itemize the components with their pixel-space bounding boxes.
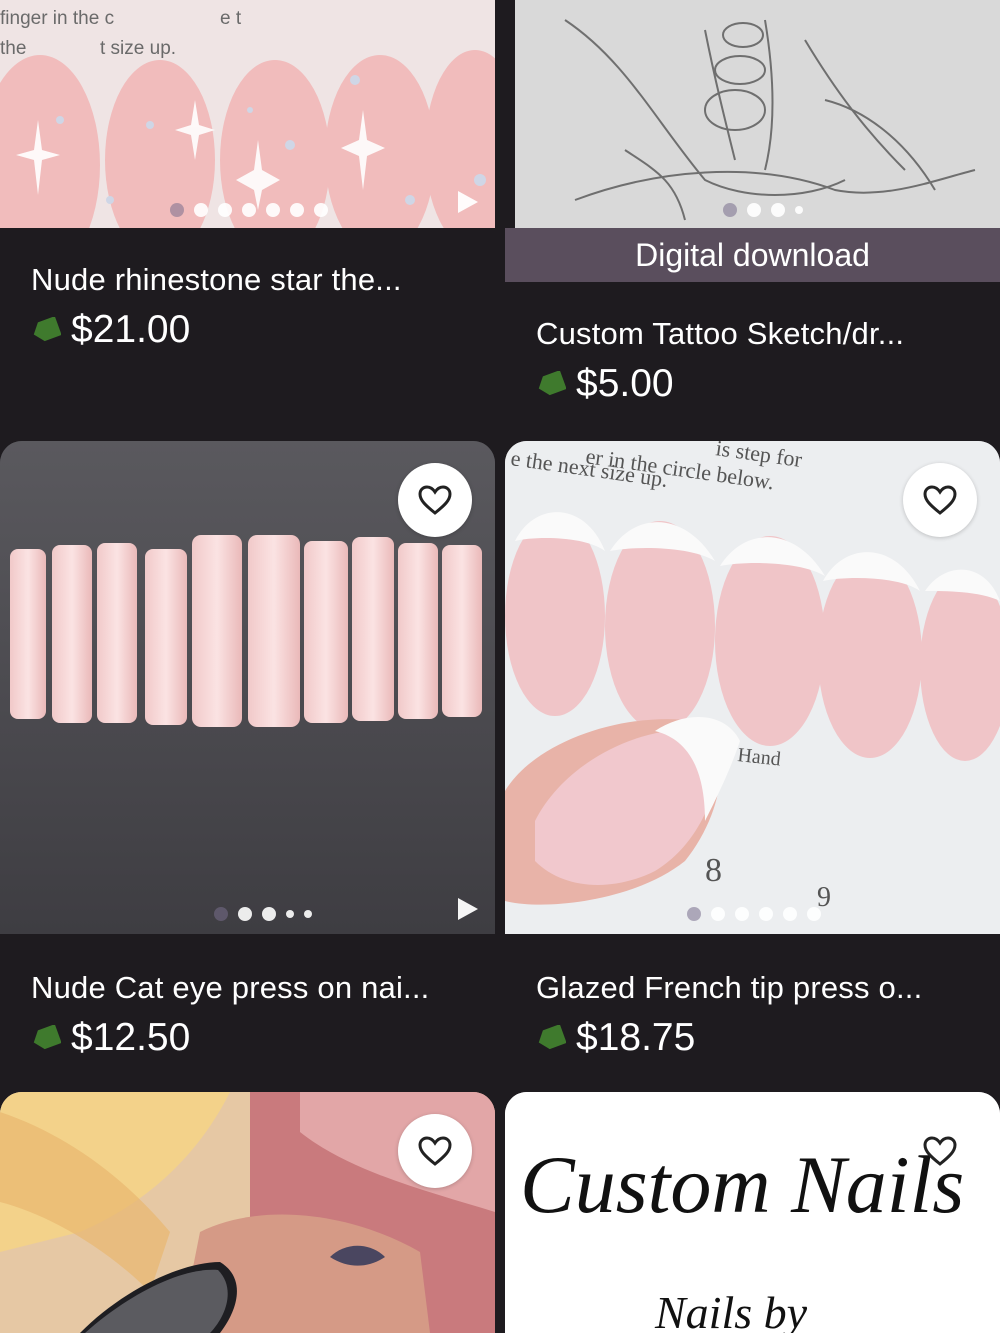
carousel-dot[interactable] xyxy=(314,203,328,217)
carousel-dot[interactable] xyxy=(723,203,737,217)
carousel-dot[interactable] xyxy=(170,203,184,217)
carousel-dot[interactable] xyxy=(771,203,785,217)
script-subheading: Nails by xyxy=(654,1287,808,1333)
listing-image-3[interactable] xyxy=(0,441,495,934)
carousel-dot[interactable] xyxy=(262,907,276,921)
listing-price: $5.00 xyxy=(576,362,674,405)
image-caption-4: Hand xyxy=(736,744,781,770)
price-tag-icon xyxy=(33,317,61,342)
listing-price-row: $12.50 xyxy=(31,1016,190,1060)
listing-title[interactable]: Nude Cat eye press on nai... xyxy=(31,970,430,1006)
image-caption-4: t size up. xyxy=(100,38,176,59)
image-carousel-dots[interactable] xyxy=(214,907,312,921)
carousel-dot[interactable] xyxy=(783,907,797,921)
listing-price-row: $5.00 xyxy=(536,362,674,406)
favorite-button[interactable] xyxy=(903,1114,977,1188)
heart-icon xyxy=(923,1136,957,1166)
price-tag-icon xyxy=(33,1025,61,1050)
carousel-dot[interactable] xyxy=(214,907,228,921)
carousel-dot[interactable] xyxy=(194,203,208,217)
carousel-dot[interactable] xyxy=(807,907,821,921)
carousel-dot[interactable] xyxy=(711,907,725,921)
carousel-dot[interactable] xyxy=(747,203,761,217)
listing-price: $21.00 xyxy=(71,308,191,351)
image-caption-3: the xyxy=(0,38,26,59)
listing-image-1[interactable]: finger in the c e t the t size up. xyxy=(0,0,495,228)
carousel-dot[interactable] xyxy=(795,206,803,214)
image-caption-1: finger in the c xyxy=(0,8,114,29)
tattoo-sketch-photo xyxy=(505,0,1000,228)
heart-icon xyxy=(418,1136,452,1166)
carousel-dot[interactable] xyxy=(290,203,304,217)
carousel-dot[interactable] xyxy=(687,907,701,921)
image-carousel-dots[interactable] xyxy=(170,203,328,217)
heart-icon xyxy=(923,485,957,515)
carousel-dot[interactable] xyxy=(735,907,749,921)
image-caption-5: 8 xyxy=(705,852,722,889)
listing-image-5[interactable] xyxy=(0,1092,495,1333)
play-icon[interactable] xyxy=(458,191,478,213)
image-carousel-dots[interactable] xyxy=(723,203,803,217)
favorite-button[interactable] xyxy=(398,1114,472,1188)
nail-photo-rhinestone: finger in the c e t the t size up. xyxy=(0,0,495,228)
play-icon[interactable] xyxy=(458,898,478,920)
carousel-dot[interactable] xyxy=(759,907,773,921)
listing-price: $18.75 xyxy=(576,1016,696,1059)
digital-download-badge: Digital download xyxy=(505,228,1000,282)
heart-icon xyxy=(418,485,452,515)
listing-image-2[interactable] xyxy=(505,0,1000,228)
image-carousel-dots[interactable] xyxy=(687,907,821,921)
listing-price-row: $18.75 xyxy=(536,1016,695,1060)
listing-image-4[interactable]: is step for er in the circle below. e th… xyxy=(505,441,1000,934)
price-tag-icon xyxy=(538,371,566,396)
price-tag-icon xyxy=(538,1025,566,1050)
carousel-dot[interactable] xyxy=(242,203,256,217)
listing-title[interactable]: Custom Tattoo Sketch/dr... xyxy=(536,316,904,352)
carousel-dot[interactable] xyxy=(238,907,252,921)
listing-price: $12.50 xyxy=(71,1016,191,1059)
listing-price-row: $21.00 xyxy=(31,308,190,352)
carousel-dot[interactable] xyxy=(286,910,294,918)
listing-title[interactable]: Glazed French tip press o... xyxy=(536,970,922,1006)
listing-title[interactable]: Nude rhinestone star the... xyxy=(31,262,402,298)
carousel-dot[interactable] xyxy=(304,910,312,918)
carousel-dot[interactable] xyxy=(266,203,280,217)
image-caption-2: e t xyxy=(220,8,242,29)
listing-image-6[interactable]: Custom Nails Nails by xyxy=(505,1092,1000,1333)
favorite-button[interactable] xyxy=(398,463,472,537)
favorite-button[interactable] xyxy=(903,463,977,537)
carousel-dot[interactable] xyxy=(218,203,232,217)
script-heading: Custom Nails xyxy=(520,1139,964,1230)
